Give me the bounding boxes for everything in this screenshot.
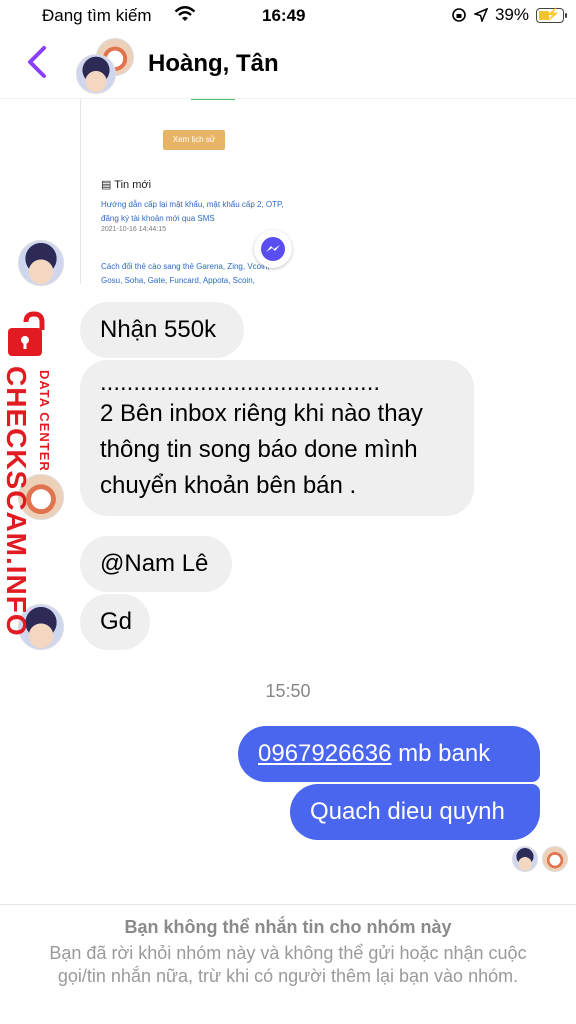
watermark-text: CHECKSCAM.INFO <box>1 366 32 637</box>
message-dots: ........................................… <box>100 369 381 396</box>
message-bubble-received[interactable]: @Nam Lê <box>80 536 232 592</box>
message-text: mb bank <box>391 740 491 767</box>
screenshot-section-title: ▤ Tin mới <box>101 179 152 191</box>
read-receipt-avatar <box>512 846 538 872</box>
status-bar: Đang tìm kiếm 16:49 39% ⚡ <box>0 0 576 32</box>
orientation-lock-icon <box>452 8 466 22</box>
message-bubble-sent[interactable]: 0967926636 mb bank <box>238 726 540 782</box>
screenshot-date: 2021-10-16 14:44:15 <box>101 226 166 233</box>
battery-icon: ⚡ <box>536 7 567 23</box>
wifi-icon <box>174 6 196 21</box>
clock: 16:49 <box>262 6 306 25</box>
watermark-subtext: DATA CENTER <box>37 370 52 472</box>
chat-title[interactable]: Hoàng, Tân <box>148 50 279 78</box>
group-avatar-boy <box>76 54 116 94</box>
screenshot-green-bar <box>191 98 235 100</box>
messenger-icon[interactable] <box>254 230 292 268</box>
message-text: 2 Bên inbox riêng khi nào thay thông tin… <box>100 400 423 499</box>
message-bubble-received[interactable]: Nhận 550k <box>80 302 244 358</box>
message-bubble-received[interactable]: Gd <box>80 594 150 650</box>
phone-number-link[interactable]: 0967926636 <box>258 740 391 767</box>
time-separator: 15:50 <box>265 681 311 701</box>
battery-percent: 39% <box>494 5 529 24</box>
screenshot-section-label: Tin mới <box>114 179 152 191</box>
watermark: CHECKSCAM.INFO DATA CENTER <box>1 310 62 637</box>
footer-divider <box>0 904 576 905</box>
location-icon <box>473 8 488 22</box>
lock-icon <box>8 311 45 356</box>
screenshot-history-button: Xem lịch sử <box>163 130 225 150</box>
message-bubble-sent[interactable]: Quach dieu quynh <box>290 784 540 840</box>
sender-avatar[interactable] <box>18 240 64 286</box>
read-receipt-avatar <box>542 846 568 872</box>
screenshot-link-1: Hướng dẫn cấp lại mật khẩu, mật khẩu cấp… <box>101 200 284 223</box>
footer-body: Bạn đã rời khỏi nhóm này và không thể gử… <box>49 943 527 986</box>
chat-header: Hoàng, Tân <box>0 32 576 98</box>
message-bubble-received[interactable]: ........................................… <box>80 360 474 516</box>
back-arrow-icon[interactable] <box>24 44 50 80</box>
footer-title: Bạn không thể nhắn tin cho nhóm này <box>124 917 452 937</box>
carrier-text: Đang tìm kiếm <box>42 6 152 25</box>
